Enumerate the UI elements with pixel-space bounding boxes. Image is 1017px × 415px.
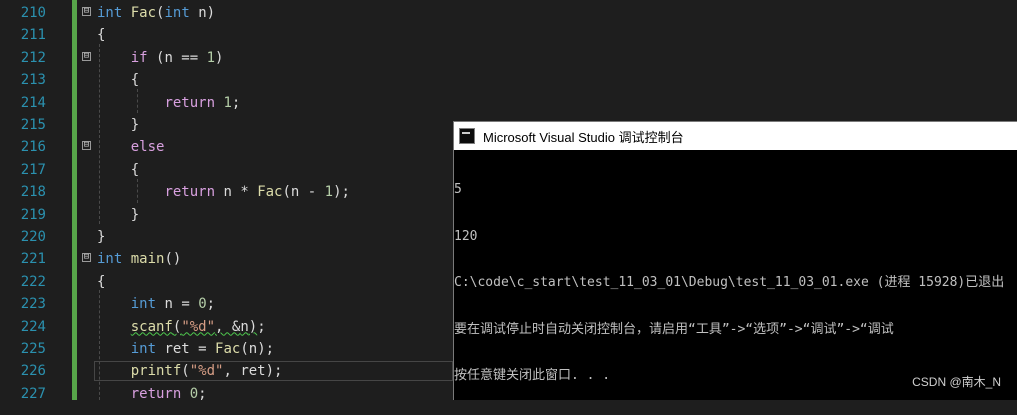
line-number: 226 [20, 363, 46, 380]
console-line: 5 [454, 182, 462, 197]
watermark: CSDN @南木_N [912, 375, 1001, 389]
function-name: Fac [257, 184, 283, 201]
line-number: 211 [20, 27, 46, 44]
number-literal: 1 [223, 94, 232, 111]
collapse-icon[interactable]: ⊟ [82, 141, 91, 151]
number-literal: 1 [324, 184, 334, 201]
line-number: 227 [20, 385, 46, 402]
keyword: int [97, 251, 123, 268]
code-line[interactable]: 214 return 1; [0, 92, 1017, 114]
code-line[interactable]: 211 { [0, 24, 1017, 46]
identifier: n [248, 341, 258, 357]
code-line[interactable]: 213 { [0, 69, 1017, 91]
code-line[interactable]: 212 ⊟ if (n == 1) [0, 47, 1017, 69]
console-line: C:\code\c_start\test_11_03_01\Debug\test… [454, 275, 1005, 290]
keyword: return [130, 385, 182, 402]
line-number: 224 [20, 318, 46, 335]
identifier: ret [164, 341, 190, 357]
line-number: 221 [20, 251, 46, 268]
keyword: int [130, 296, 157, 313]
console-line: 要在调试停止时自动关闭控制台，请启用“工具”->“选项”->“调试”->“调试 [454, 321, 894, 337]
keyword: int [97, 5, 123, 21]
line-number: 223 [20, 296, 46, 313]
keyword: int [164, 5, 190, 21]
identifier: n [164, 49, 173, 66]
line-number: 214 [20, 94, 46, 111]
line-number: 210 [20, 5, 46, 21]
string-literal: "%d" [181, 318, 216, 335]
line-number: 218 [20, 184, 46, 201]
function-name: scanf [130, 318, 173, 335]
console-app-icon [459, 128, 475, 144]
console-line: 120 [454, 228, 478, 244]
line-number: 222 [20, 273, 46, 290]
identifier: n [290, 184, 300, 201]
collapse-icon[interactable]: ⊟ [82, 7, 91, 16]
identifier: n [240, 318, 249, 335]
identifier: n [164, 296, 173, 313]
line-number: 217 [20, 161, 46, 178]
console-titlebar[interactable]: Microsoft Visual Studio 调试控制台 [454, 122, 1017, 150]
identifier: ret [240, 363, 266, 380]
line-number: 220 [20, 229, 46, 245]
code-line[interactable]: 210 ⊟ int Fac(int n) [0, 2, 1017, 24]
line-number: 225 [20, 341, 46, 357]
keyword: else [130, 139, 165, 156]
keyword: return [164, 184, 216, 201]
line-number: 215 [20, 117, 46, 133]
number-literal: 1 [206, 49, 216, 66]
identifier: n [198, 5, 207, 21]
function-name: printf [130, 363, 182, 380]
keyword: int [130, 341, 157, 357]
number-literal: 0 [198, 296, 207, 313]
function-name: Fac [130, 5, 157, 21]
collapse-icon[interactable]: ⊟ [82, 51, 91, 61]
line-number: 216 [20, 139, 46, 156]
collapse-icon[interactable]: ⊟ [82, 253, 91, 263]
identifier: n [223, 184, 232, 201]
string-literal: "%d" [189, 363, 224, 380]
keyword: if [130, 49, 148, 66]
line-number: 219 [20, 206, 46, 223]
number-literal: 0 [189, 385, 199, 402]
line-number: 213 [20, 72, 46, 89]
function-name: main [130, 251, 165, 268]
console-title: Microsoft Visual Studio 调试控制台 [483, 129, 684, 145]
keyword: return [164, 94, 216, 111]
line-number: 212 [20, 49, 46, 66]
debug-console-window[interactable]: Microsoft Visual Studio 调试控制台 5 120 C:\c… [453, 121, 1017, 400]
function-name: Fac [215, 341, 241, 357]
